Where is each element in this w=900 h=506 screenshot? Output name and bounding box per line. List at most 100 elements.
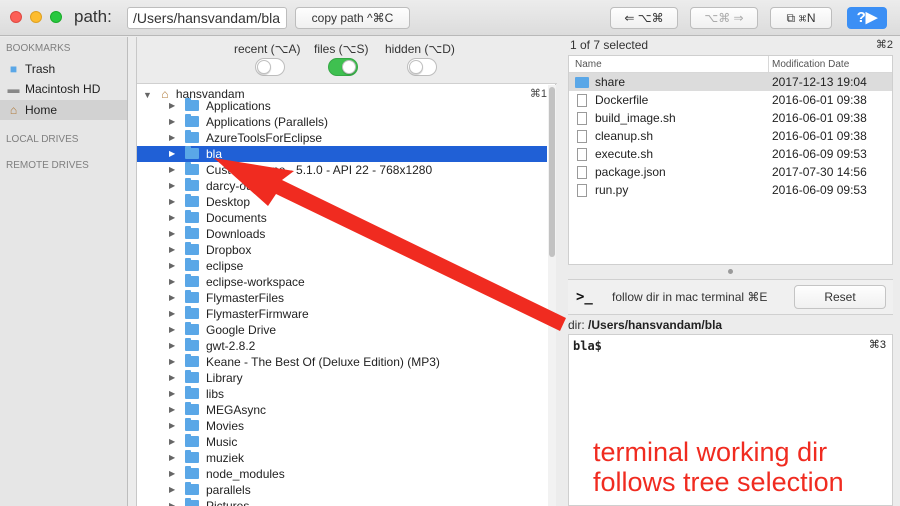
tree-row[interactable]: ▶ FlymasterFiles <box>137 290 547 306</box>
tree-row-label: muziek <box>206 451 245 465</box>
dir-value: /Users/hansvandam/bla <box>588 318 723 332</box>
disclosure-icon[interactable]: ▶ <box>169 386 175 402</box>
dir-line: dir: /Users/hansvandam/bla <box>568 317 893 333</box>
disclosure-icon[interactable]: ▶ <box>169 274 175 290</box>
recent-toggle[interactable] <box>255 58 285 76</box>
file-row[interactable]: execute.sh 2016-06-09 09:53 <box>569 145 892 163</box>
file-row[interactable]: share 2017-12-13 19:04 <box>569 73 892 91</box>
tree-row[interactable]: ▶ Dropbox <box>137 242 547 258</box>
tree-row[interactable]: ▶ parallels <box>137 482 547 498</box>
column-date-header[interactable]: Modification Date <box>772 59 849 70</box>
tree-row-label: Dropbox <box>206 243 252 257</box>
disclosure-icon[interactable]: ▶ <box>169 402 175 418</box>
file-date: 2016-06-01 09:38 <box>772 111 867 125</box>
help-button[interactable]: ?▶ <box>847 7 887 29</box>
disclosure-icon[interactable]: ▶ <box>169 114 175 130</box>
disclosure-icon[interactable]: ▶ <box>169 498 175 506</box>
tree-row[interactable]: ▶ Library <box>137 370 547 386</box>
scrollbar-thumb[interactable] <box>549 87 555 257</box>
tree-row[interactable]: ▶ libs <box>137 386 547 402</box>
disclosure-icon[interactable]: ▶ <box>169 130 175 146</box>
disclosure-icon[interactable]: ▶ <box>169 418 175 434</box>
tree-row[interactable]: ▶ darcy-out <box>137 178 547 194</box>
copy-path-button[interactable]: copy path ^⌘C <box>295 7 410 29</box>
tree-row[interactable]: ▶ Documents <box>137 210 547 226</box>
sidebar-item-macintosh-hd[interactable]: ▬ Macintosh HD <box>0 79 127 99</box>
tree-row[interactable]: ▶ eclipse <box>137 258 547 274</box>
tree-row[interactable]: ▶ Pictures <box>137 498 547 506</box>
disclosure-icon[interactable]: ▶ <box>169 338 175 354</box>
disclosure-icon[interactable]: ▶ <box>169 306 175 322</box>
file-row[interactable]: Dockerfile 2016-06-01 09:38 <box>569 91 892 109</box>
files-shortcut: ⌘2 <box>875 39 893 51</box>
tree-row[interactable]: ▶ muziek <box>137 450 547 466</box>
tree-scrollbar[interactable] <box>548 85 556 506</box>
file-row[interactable]: cleanup.sh 2016-06-01 09:38 <box>569 127 892 145</box>
local-drives-header: LOCAL DRIVES <box>6 134 79 145</box>
tree-row[interactable]: ▶ bla <box>137 146 547 162</box>
path-label: path: <box>74 7 112 26</box>
disclosure-icon[interactable]: ▶ <box>169 322 175 338</box>
disclosure-icon[interactable]: ▶ <box>169 290 175 306</box>
files-toggle[interactable] <box>328 58 358 76</box>
column-name-header[interactable]: Name <box>575 59 602 70</box>
minimize-window-button[interactable] <box>30 11 42 23</box>
disk-icon: ▬ <box>7 82 20 96</box>
disclosure-icon[interactable]: ▶ <box>169 450 175 466</box>
tree-row[interactable]: ▶ Movies <box>137 418 547 434</box>
disclosure-icon[interactable]: ▶ <box>169 242 175 258</box>
terminal-prompt-icon[interactable]: >_ <box>576 286 606 310</box>
reset-button[interactable]: Reset <box>794 285 886 309</box>
file-date: 2016-06-09 09:53 <box>772 147 867 161</box>
disclosure-icon[interactable]: ▶ <box>169 194 175 210</box>
new-window-button[interactable]: ⧉ ⌘N <box>770 7 832 29</box>
disclosure-icon[interactable]: ▶ <box>169 178 175 194</box>
back-button[interactable]: ⇐ ⌥⌘ <box>610 7 678 29</box>
split-handle[interactable] <box>728 269 733 274</box>
disclosure-icon[interactable]: ▶ <box>169 482 175 498</box>
tree-row[interactable]: ▶ Downloads <box>137 226 547 242</box>
forward-button[interactable]: ⌥⌘ ⇒ <box>690 7 758 29</box>
tree-row[interactable]: ▶ Applications (Parallels) <box>137 114 547 130</box>
tree-row[interactable]: ▶ Applications <box>137 98 547 114</box>
path-field[interactable]: /Users/hansvandam/bla <box>127 7 287 29</box>
file-row[interactable]: run.py 2016-06-09 09:53 <box>569 181 892 199</box>
tree-row[interactable]: ▶ eclipse-workspace <box>137 274 547 290</box>
disclosure-icon[interactable]: ▶ <box>169 370 175 386</box>
home-icon: ⌂ <box>9 103 18 117</box>
remote-drives-header: REMOTE DRIVES <box>6 160 89 171</box>
disclosure-icon[interactable]: ▶ <box>169 434 175 450</box>
disclosure-icon[interactable]: ▶ <box>169 226 175 242</box>
file-row[interactable]: package.json 2017-07-30 14:56 <box>569 163 892 181</box>
folder-icon <box>185 242 199 255</box>
tree-row[interactable]: ▶ Keane - The Best Of (Deluxe Edition) (M… <box>137 354 547 370</box>
folder-icon <box>185 290 199 303</box>
follow-dir-button[interactable]: follow dir in mac terminal ⌘E <box>612 285 780 311</box>
sidebar-item-home[interactable]: ⌂ Home <box>0 100 127 120</box>
tree-row[interactable]: ▶ gwt-2.8.2 <box>137 338 547 354</box>
terminal-view[interactable]: bla$ ⌘3 terminal working dir follows tre… <box>568 334 893 506</box>
disclosure-icon[interactable]: ▶ <box>169 258 175 274</box>
tree-row[interactable]: ▶ Music <box>137 434 547 450</box>
tree-row[interactable]: ▶ node_modules <box>137 466 547 482</box>
disclosure-icon[interactable]: ▶ <box>169 162 175 178</box>
file-row[interactable]: build_image.sh 2016-06-01 09:38 <box>569 109 892 127</box>
tree-row-label: Documents <box>206 211 267 225</box>
tree-row[interactable]: ▶ AzureToolsForEclipse <box>137 130 547 146</box>
disclosure-icon[interactable]: ▶ <box>169 466 175 482</box>
hidden-toggle[interactable] <box>407 58 437 76</box>
tree-row[interactable]: ▶ FlymasterFirmware <box>137 306 547 322</box>
folder-icon <box>185 146 199 159</box>
tree-row[interactable]: ▶ Custom Phone - 5.1.0 - API 22 - 768x128… <box>137 162 547 178</box>
disclosure-icon[interactable]: ▶ <box>169 146 175 162</box>
tree-row[interactable]: ▶ Google Drive <box>137 322 547 338</box>
disclosure-icon[interactable]: ▶ <box>169 354 175 370</box>
file-rows: share 2017-12-13 19:04 Dockerfile 2016-06-0… <box>569 73 892 199</box>
zoom-window-button[interactable] <box>50 11 62 23</box>
disclosure-icon[interactable]: ▶ <box>169 98 175 114</box>
disclosure-icon[interactable]: ▶ <box>169 210 175 226</box>
tree-row[interactable]: ▶ MEGAsync <box>137 402 547 418</box>
close-window-button[interactable] <box>10 11 22 23</box>
sidebar-item-trash[interactable]: ■ Trash <box>0 59 127 79</box>
tree-row[interactable]: ▶ Desktop <box>137 194 547 210</box>
